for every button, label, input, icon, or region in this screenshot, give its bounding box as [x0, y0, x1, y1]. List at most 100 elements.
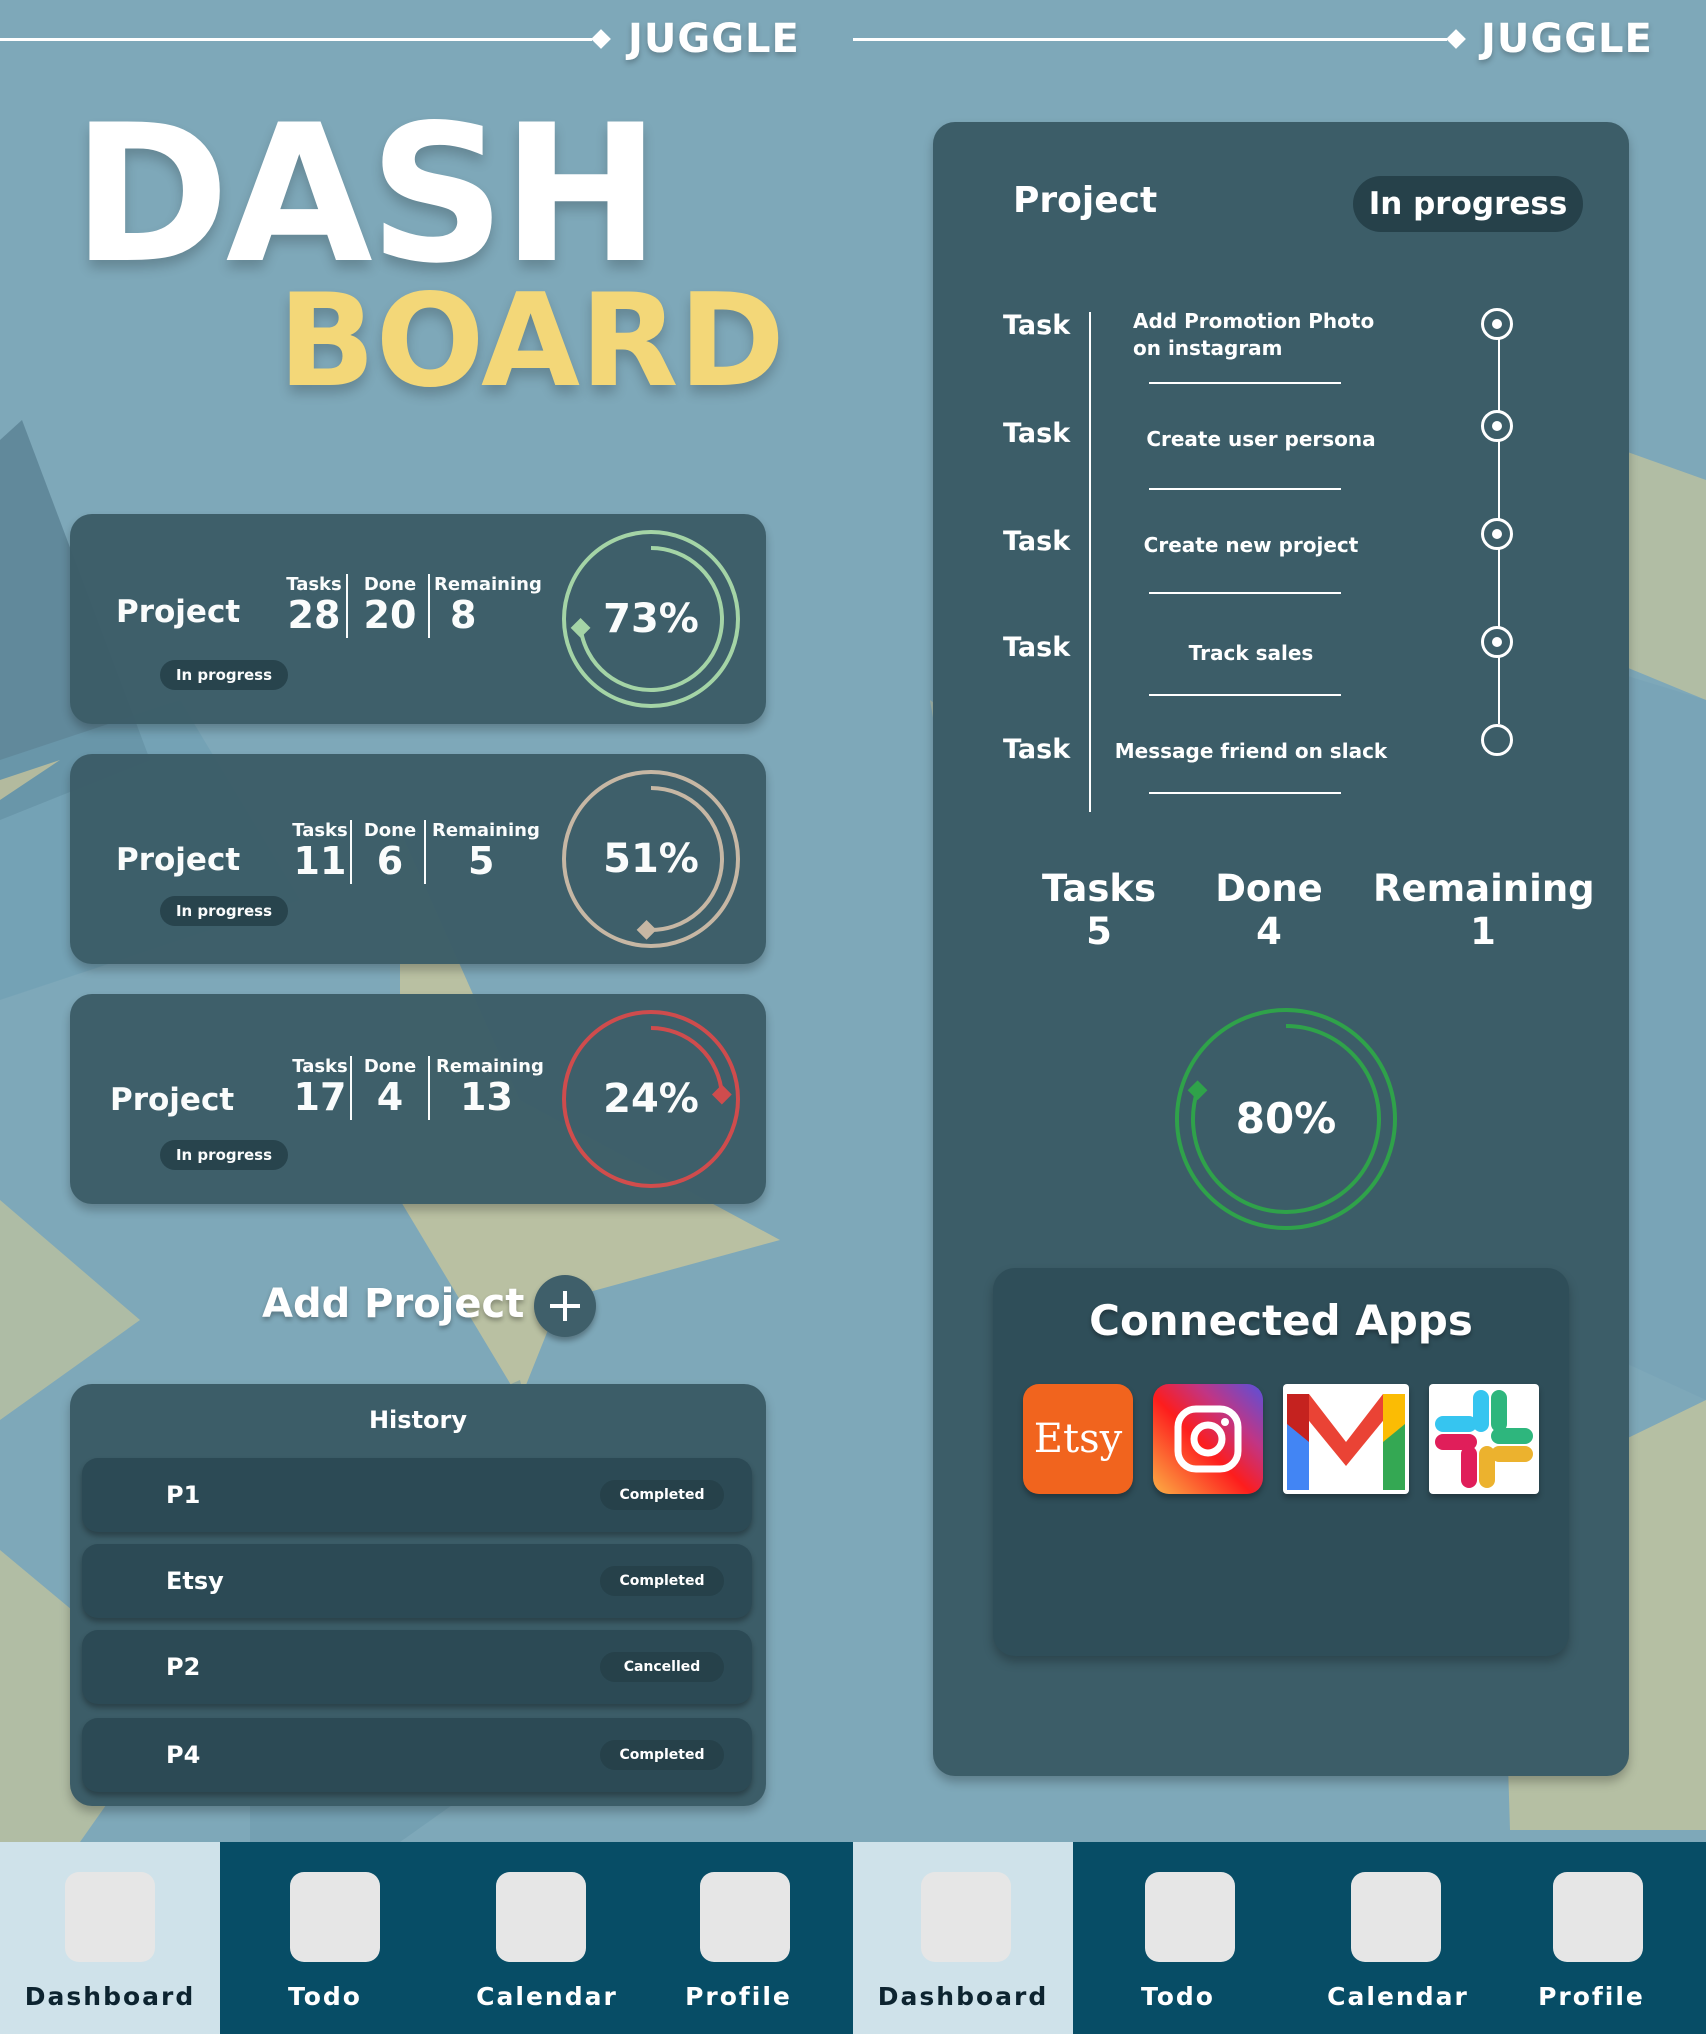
done-count: 4	[1256, 909, 1282, 953]
task-rule	[1149, 592, 1341, 594]
tasks-label: Tasks	[1041, 867, 1157, 910]
task-checkbox-icon[interactable]	[1481, 308, 1513, 340]
bottom-nav: Dashboard Todo Calendar Profile	[853, 1842, 1706, 2034]
page-title-line1: DASH	[72, 84, 661, 305]
tasks-label: Tasks	[292, 820, 348, 841]
etsy-wordmark: Etsy	[1033, 1416, 1123, 1462]
task-label: Task	[1003, 632, 1071, 663]
task-rule	[1149, 694, 1341, 696]
done-stat: Done 4	[354, 1056, 426, 1119]
task-timeline	[1479, 308, 1519, 756]
nav-label: Todo	[1141, 1982, 1215, 2011]
done-count: 4	[376, 1075, 404, 1119]
tasks-count: 11	[293, 839, 347, 883]
nav-dashboard[interactable]: Dashboard	[0, 1842, 220, 2034]
history-title: History	[368, 1406, 468, 1434]
instagram-icon[interactable]	[1153, 1384, 1263, 1494]
instagram-glyph	[1174, 1405, 1242, 1473]
task-checkbox-icon[interactable]	[1481, 518, 1513, 550]
project-card[interactable]: Project In progress Tasks 28 Done 20 Remai…	[70, 514, 766, 724]
slack-icon[interactable]	[1429, 1384, 1539, 1494]
plus-icon[interactable]	[534, 1275, 596, 1337]
history-row[interactable]: P1 Completed	[82, 1458, 752, 1532]
nav-dashboard[interactable]: Dashboard	[853, 1842, 1073, 2034]
tasks-label: Tasks	[286, 574, 342, 595]
page-title-line2: BOARD	[278, 267, 785, 416]
remaining-count: 5	[468, 839, 495, 883]
tasks-count: 17	[293, 1075, 347, 1119]
history-row[interactable]: P2 Cancelled	[82, 1630, 752, 1704]
etsy-icon[interactable]: Etsy	[1023, 1384, 1133, 1494]
remaining-label: Remaining	[432, 820, 540, 841]
nav-todo[interactable]: Todo	[1073, 1842, 1283, 2034]
history-status-badge: Completed	[600, 1480, 724, 1510]
profile-icon	[1553, 1872, 1643, 1962]
connected-apps-panel: Connected Apps Etsy	[993, 1268, 1569, 1656]
progress-ring: 80%	[1173, 1006, 1399, 1232]
remaining-label: Remaining	[1373, 867, 1595, 910]
task-label: Task	[1003, 526, 1071, 557]
status-badge: In progress	[1353, 176, 1583, 232]
tasks-stat: Tasks 11	[284, 820, 356, 883]
done-stat: Done 20	[354, 574, 426, 637]
task-label: Task	[1003, 310, 1071, 341]
done-count: 6	[376, 839, 404, 883]
done-stat: Done 6	[354, 820, 426, 883]
remaining-count: 13	[460, 1075, 513, 1119]
bottom-nav: Dashboard Todo Calendar Profile	[0, 1842, 853, 2034]
remaining-stat: Remaining 5	[432, 820, 544, 883]
dashboard-icon	[921, 1872, 1011, 1962]
project-name: Project	[116, 594, 241, 630]
history-status-badge: Completed	[600, 1566, 724, 1596]
task-rule	[1149, 488, 1341, 490]
nav-calendar[interactable]: Calendar	[430, 1842, 680, 2034]
task-text[interactable]: Create new project	[1101, 532, 1401, 559]
nav-profile[interactable]: Profile	[680, 1842, 853, 2034]
remaining-count: 8	[450, 593, 477, 637]
history-project-name: Etsy	[166, 1567, 224, 1595]
profile-icon	[700, 1872, 790, 1962]
brand-name: JUGGLE	[1481, 16, 1653, 62]
history-row[interactable]: P4 Completed	[82, 1718, 752, 1792]
done-label: Done	[1215, 867, 1323, 910]
project-title: Project	[1013, 180, 1158, 221]
history-row[interactable]: Etsy Completed	[82, 1544, 752, 1618]
task-checkbox-icon[interactable]	[1481, 626, 1513, 658]
status-badge: In progress	[160, 660, 288, 690]
divider	[350, 820, 352, 884]
project-name: Project	[110, 1082, 235, 1118]
remaining-stat: Remaining 1	[1373, 867, 1595, 953]
gmail-glyph	[1287, 1394, 1405, 1490]
brand-rule	[853, 38, 1447, 41]
progress-percent: 80%	[1235, 1094, 1337, 1143]
dashboard-icon	[65, 1872, 155, 1962]
nav-todo[interactable]: Todo	[220, 1842, 430, 2034]
brand-diamond-icon	[591, 29, 611, 49]
progress-percent: 24%	[603, 1076, 699, 1122]
history-status-badge: Cancelled	[600, 1652, 724, 1682]
gmail-icon[interactable]	[1283, 1384, 1409, 1494]
task-checkbox-icon[interactable]	[1481, 724, 1513, 756]
history-project-name: P4	[166, 1741, 201, 1769]
task-text[interactable]: Add Promotion Photo on instagram	[1133, 308, 1393, 362]
task-checkbox-icon[interactable]	[1481, 410, 1513, 442]
tasks-label: Tasks	[292, 1056, 348, 1077]
project-card[interactable]: Project In progress Tasks 11 Done 6 Remain…	[70, 754, 766, 964]
task-text[interactable]: Message friend on slack	[1101, 738, 1401, 765]
nav-label: Profile	[1538, 1982, 1645, 2011]
add-project-label[interactable]: Add Project	[262, 1281, 524, 1327]
brand-diamond-icon	[1446, 29, 1466, 49]
calendar-icon	[1351, 1872, 1441, 1962]
add-project[interactable]: Add Project	[262, 1275, 602, 1345]
remaining-label: Remaining	[436, 1056, 544, 1077]
task-text[interactable]: Create user persona	[1111, 426, 1411, 453]
divider	[428, 1056, 430, 1120]
task-text[interactable]: Track sales	[1101, 640, 1401, 667]
nav-label: Calendar	[476, 1982, 618, 2011]
nav-profile[interactable]: Profile	[1533, 1842, 1706, 2034]
project-card[interactable]: Project In progress Tasks 17 Done 4 Remain…	[70, 994, 766, 1204]
progress-ring: 51%	[560, 768, 742, 950]
remaining-label: Remaining	[434, 574, 542, 595]
done-label: Done	[363, 574, 417, 595]
nav-calendar[interactable]: Calendar	[1283, 1842, 1533, 2034]
